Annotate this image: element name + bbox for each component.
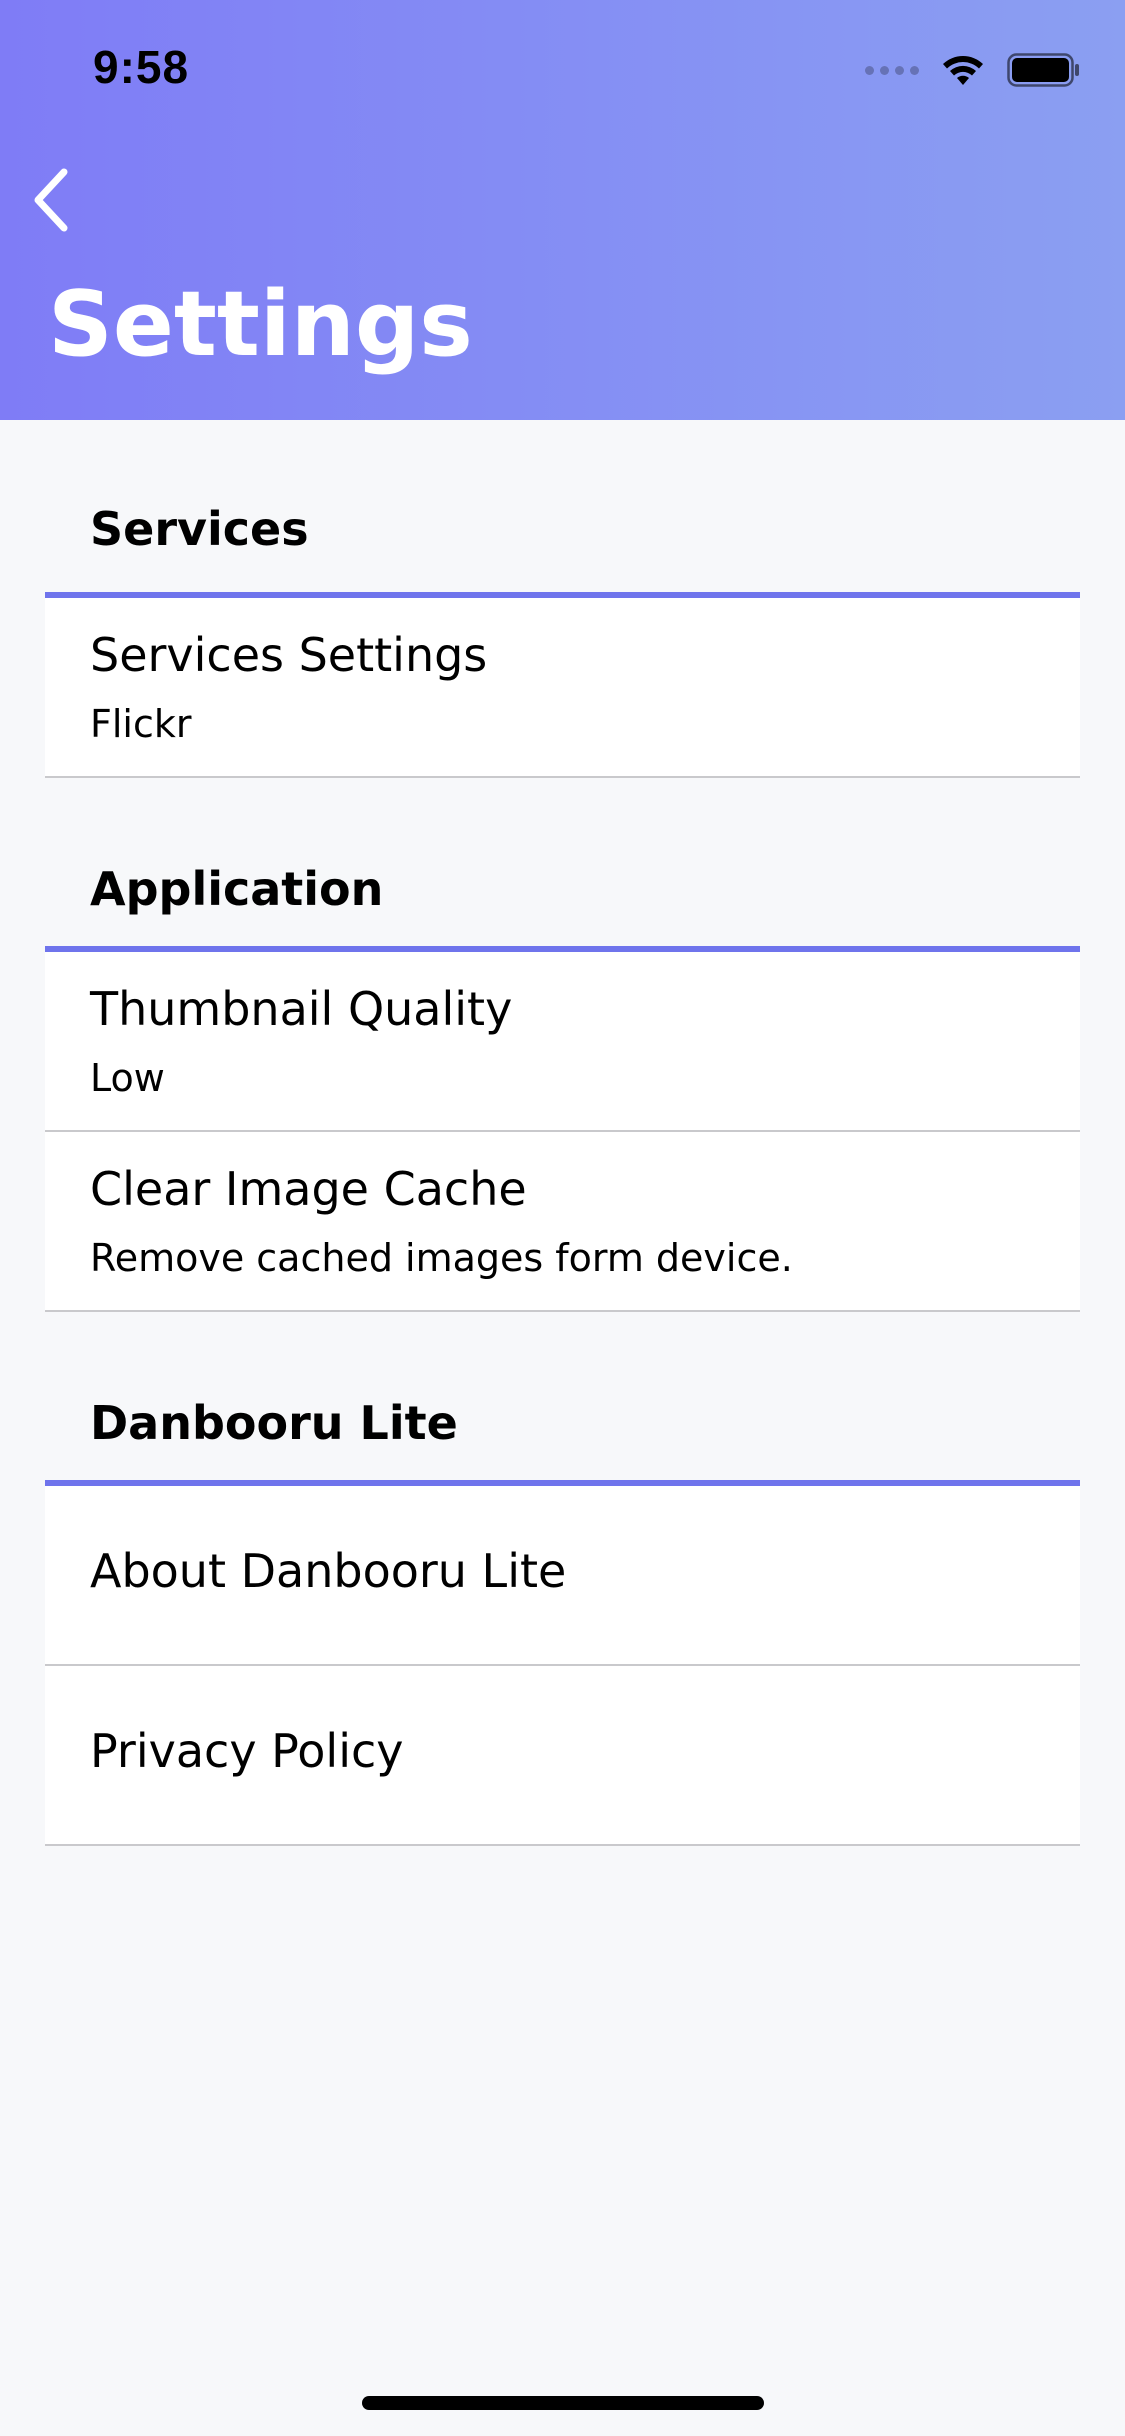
- page-title: Settings: [48, 272, 473, 377]
- battery-icon: [1007, 53, 1079, 87]
- header: 9:58 Settings: [0, 0, 1125, 420]
- wifi-icon: [943, 56, 983, 85]
- row-privacy-policy[interactable]: Privacy Policy: [45, 1666, 1080, 1846]
- row-services-settings[interactable]: Services Settings Flickr: [45, 598, 1080, 778]
- back-button[interactable]: [18, 160, 82, 240]
- settings-list: Services Services Settings Flickr Applic…: [45, 420, 1080, 1846]
- status-time: 9:58: [93, 41, 190, 93]
- row-subtitle: Flickr: [90, 702, 192, 746]
- status-icons: [865, 48, 1081, 92]
- row-title: Thumbnail Quality: [90, 982, 513, 1036]
- row-thumbnail-quality[interactable]: Thumbnail Quality Low: [45, 952, 1080, 1132]
- section-header-danbooru-lite: Danbooru Lite: [45, 1312, 1080, 1486]
- row-title: About Danbooru Lite: [90, 1544, 567, 1598]
- row-clear-image-cache[interactable]: Clear Image Cache Remove cached images f…: [45, 1132, 1080, 1312]
- section-header-application: Application: [45, 778, 1080, 952]
- home-indicator[interactable]: [362, 2396, 764, 2410]
- chevron-left-icon: [34, 168, 68, 232]
- row-title: Privacy Policy: [90, 1724, 404, 1778]
- row-title: Services Settings: [90, 628, 488, 682]
- row-title: Clear Image Cache: [90, 1162, 527, 1216]
- row-subtitle: Low: [90, 1056, 165, 1100]
- cellular-signal-icon: [865, 65, 919, 75]
- row-subtitle: Remove cached images form device.: [90, 1236, 793, 1280]
- row-about-danbooru-lite[interactable]: About Danbooru Lite: [45, 1486, 1080, 1666]
- section-header-services: Services: [45, 420, 1080, 598]
